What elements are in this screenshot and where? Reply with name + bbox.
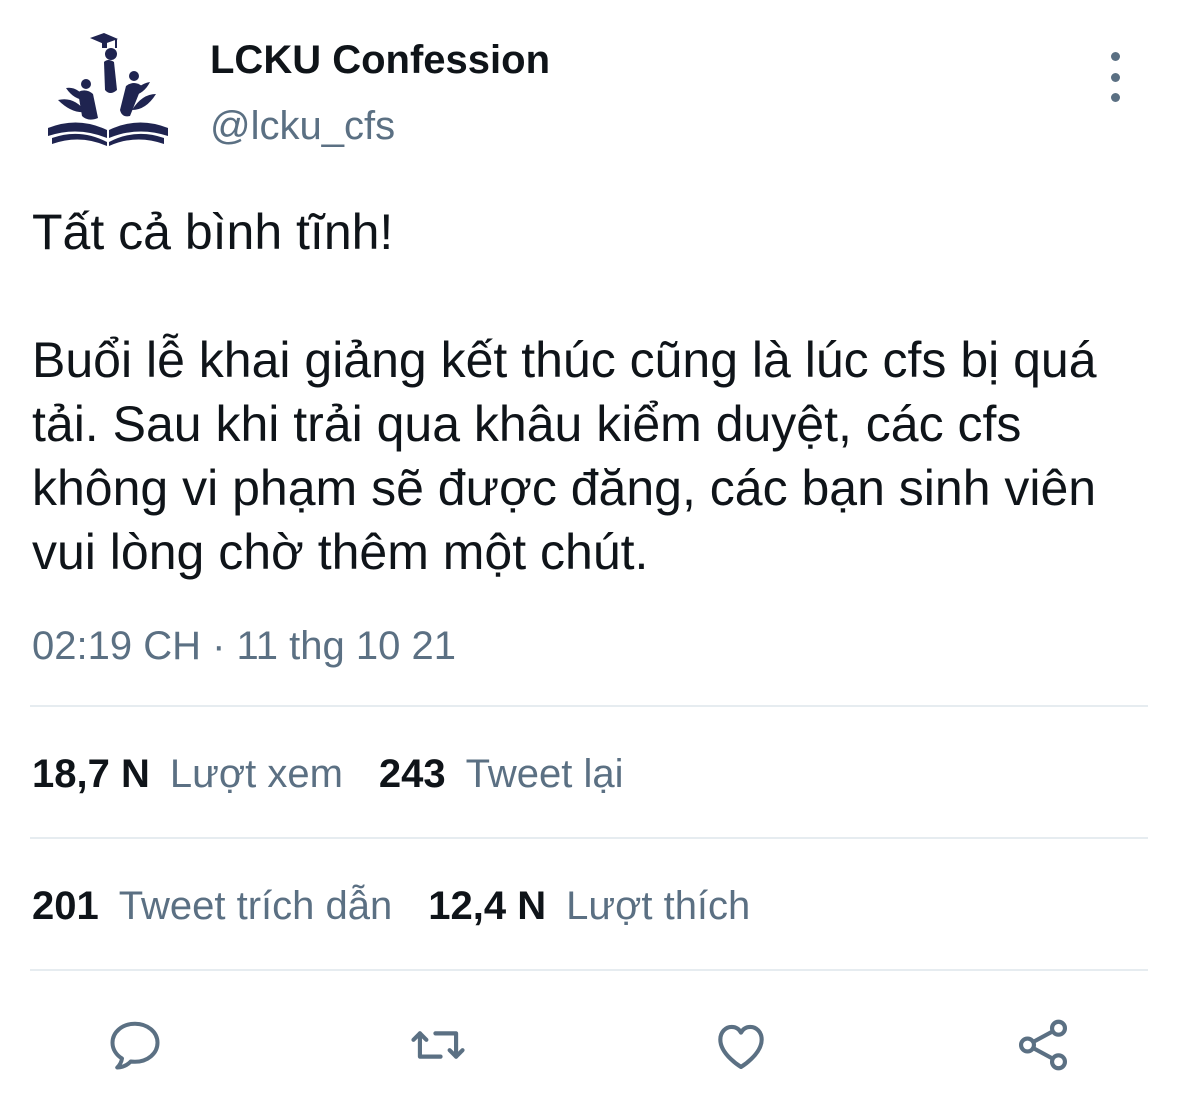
account-name[interactable]: LCKU Confession [210,38,550,83]
tweet-actions [0,1010,1179,1080]
views-stat[interactable]: 18,7 N Lượt xem [32,752,343,797]
more-dot-icon [1110,72,1120,82]
tweet-text: Tất cả bình tĩnh! Buổi lễ khai giảng kết… [32,200,1152,584]
likes-label: Lượt thích [566,884,751,928]
likes-count: 12,4 N [428,884,547,928]
quotes-count: 201 [32,884,99,928]
tweet-detail: LCKU Confession @lcku_cfs Tất cả bình tĩ… [0,0,1179,1113]
retweets-stat[interactable]: 243 Tweet lại [379,752,624,797]
divider [30,705,1148,707]
stats-row-1: 18,7 N Lượt xem 243 Tweet lại [32,752,660,797]
quotes-label: Tweet trích dẫn [118,884,393,928]
views-label: Lượt xem [169,752,343,796]
tweet-paragraph-2: Buổi lễ khai giảng kết thúc cũng là lúc … [32,332,1097,580]
comment-icon [110,1021,160,1070]
retweet-icon [411,1031,465,1059]
quotes-stat[interactable]: 201 Tweet trích dẫn [32,884,392,929]
like-button[interactable] [706,1010,776,1080]
more-dot-icon [1110,93,1120,102]
divider [30,837,1148,839]
more-options-button[interactable] [1100,52,1130,102]
account-handle[interactable]: @lcku_cfs [210,104,395,149]
lcku-logo-icon [48,33,168,146]
retweet-button[interactable] [403,1010,473,1080]
reply-button[interactable] [100,1010,170,1080]
stats-row-2: 201 Tweet trích dẫn 12,4 N Lượt thích [32,884,786,929]
retweets-count: 243 [378,752,446,796]
likes-stat[interactable]: 12,4 N Lượt thích [428,884,750,929]
share-icon [1018,1019,1068,1071]
more-dot-icon [1110,52,1120,61]
tweet-paragraph-1: Tất cả bình tĩnh! [32,204,394,260]
retweets-label: Tweet lại [465,752,624,796]
divider [30,969,1148,971]
avatar[interactable] [38,30,178,155]
share-button[interactable] [1008,1010,1078,1080]
tweet-timestamp[interactable]: 02:19 CH · 11 thg 10 21 [32,624,456,669]
views-count: 18,7 N [32,752,150,796]
heart-icon [718,1024,764,1070]
